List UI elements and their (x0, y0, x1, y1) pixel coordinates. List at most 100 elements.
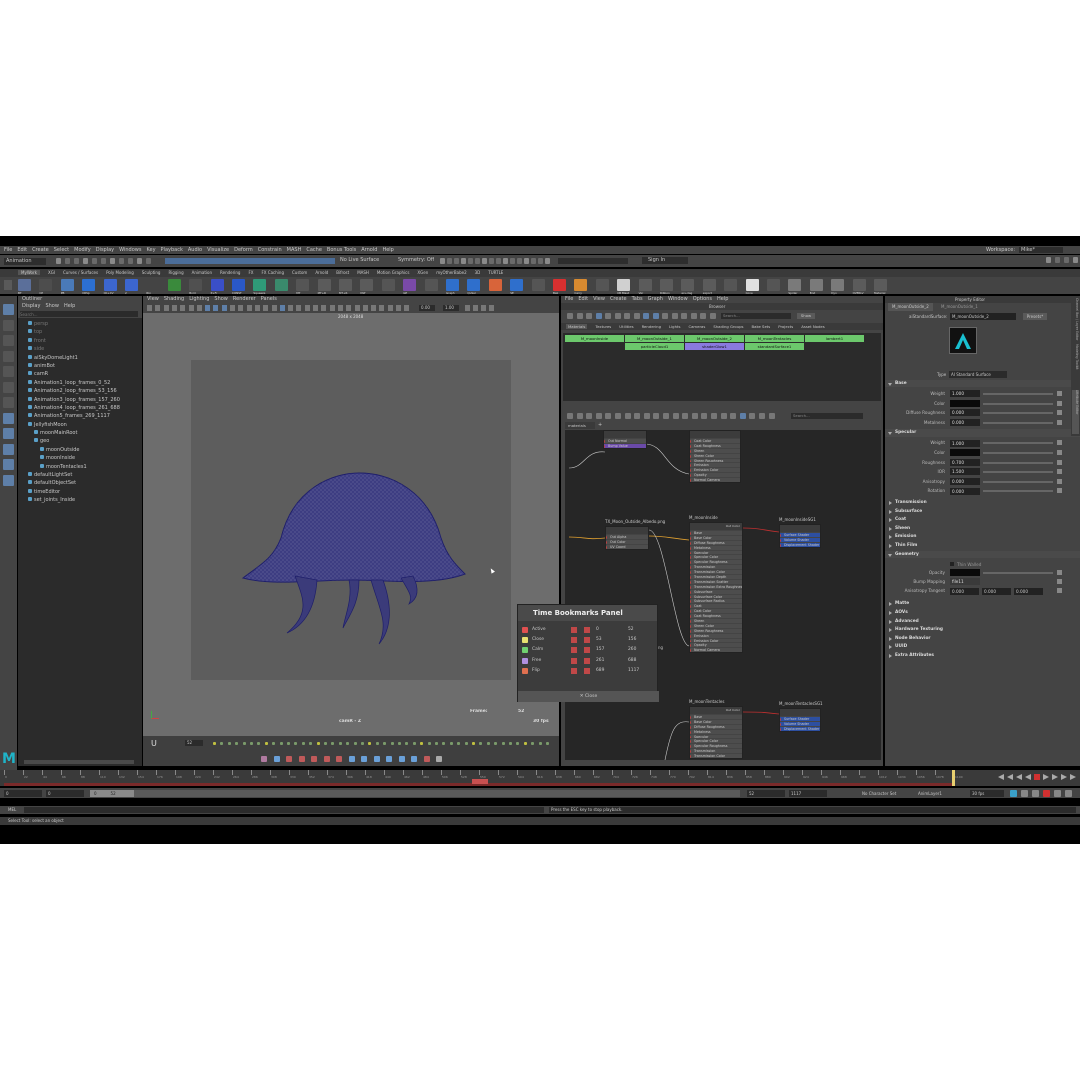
timeline[interactable]: 0 22 44 66 88 110 132 154 176 198 220 242 264 286 308 3… (0, 770, 1080, 786)
shelf-button[interactable]: Bvrd (189, 279, 203, 295)
node-editor-toolbar-icon[interactable] (663, 413, 669, 419)
browser-toolbar-icon[interactable] (624, 313, 630, 319)
color-swatch[interactable] (950, 449, 980, 457)
bookmarks-close-button[interactable]: ✕ Close (518, 691, 659, 702)
hypershade-menu-view[interactable]: View (593, 296, 605, 302)
lasso-tool-icon[interactable] (3, 319, 14, 331)
browser-tab-textures[interactable]: Textures (595, 324, 611, 329)
status-tool-icon[interactable] (146, 258, 151, 264)
bookmark-color-swatch[interactable] (522, 667, 528, 674)
add-tab-button[interactable]: + (598, 422, 602, 428)
bookmark-end[interactable]: 1117 (628, 666, 653, 676)
node-editor-search[interactable]: Search... (791, 413, 863, 419)
section-hw[interactable]: Hardware Texturing (885, 626, 1080, 633)
time-editor-icon[interactable] (235, 742, 239, 745)
layout-icon[interactable] (3, 474, 14, 486)
shelf-tab-bifrost[interactable]: Bifrost (336, 270, 349, 275)
bookmark-row[interactable]: Flip 689 1117 (518, 666, 658, 676)
shelf-button[interactable]: PB (60, 279, 74, 295)
time-editor-icon[interactable] (227, 742, 231, 745)
shelf-tab-custom[interactable]: Custom (292, 270, 307, 275)
viewport-menu-view[interactable]: View (147, 296, 159, 302)
shelf-button[interactable]: SE (510, 279, 524, 295)
attr-slider[interactable] (983, 442, 1053, 445)
status-tool-icon[interactable] (496, 258, 501, 264)
attr-value-field[interactable]: 1.000 (950, 439, 980, 447)
upper-shader-node[interactable]: Coat Color Coat Roughness Sheen Sheen Color… (689, 430, 741, 484)
node-editor-toolbar-icon[interactable] (624, 413, 631, 419)
time-editor-icon[interactable] (472, 742, 475, 745)
menu-visualize[interactable]: Visualize (207, 247, 229, 253)
time-editor-icon[interactable] (250, 742, 253, 745)
thin-walled-checkbox[interactable] (950, 562, 954, 567)
time-editor-tool-icon[interactable] (273, 756, 280, 762)
map-button-icon[interactable] (1057, 570, 1062, 576)
range-tool-icon[interactable] (1021, 790, 1028, 797)
time-editor-icon[interactable] (383, 742, 387, 745)
time-editor-tool-icon[interactable] (398, 756, 405, 762)
shelf-button[interactable]: Carry (574, 279, 588, 295)
viewport-toolbar-icon[interactable] (171, 305, 177, 311)
bookmark-name[interactable]: Flip (532, 666, 540, 676)
attr-value-field[interactable]: 0.000 (950, 418, 980, 426)
bump-map-field[interactable]: file11 (950, 577, 980, 585)
node-editor-toolbar-icon[interactable] (701, 413, 708, 419)
m-moon-tentacles-node[interactable]: Out Color Base Base Color Diffuse Roughness… (689, 706, 743, 760)
section-specular[interactable]: Specular (885, 429, 1080, 437)
bookmark-select-icon[interactable] (584, 667, 590, 674)
shelf-tab-fx[interactable]: FX (248, 270, 253, 275)
time-editor-icon[interactable] (420, 742, 424, 745)
browser-toolbar-icon[interactable] (567, 313, 573, 319)
shelf-button[interactable]: MT+R (317, 279, 331, 295)
status-tool-icon[interactable] (119, 258, 124, 264)
status-tool-icon[interactable] (524, 258, 529, 264)
section-coat[interactable]: Coat (885, 516, 1080, 523)
browser-toolbar-icon[interactable] (614, 313, 621, 319)
side-tab-channel-box-layer-editor[interactable]: Channel Box / Layer Editor (1072, 298, 1079, 342)
bookmark-name[interactable]: Active (532, 625, 546, 635)
time-editor-icon[interactable] (479, 742, 483, 745)
browser-toolbar-icon[interactable] (671, 313, 678, 319)
outliner-item[interactable]: camR (18, 370, 142, 378)
browser-tab-lights[interactable]: Lights (669, 324, 680, 329)
viewport-toolbar-icon[interactable] (354, 305, 360, 311)
status-tool-icon[interactable] (489, 258, 494, 264)
outliner-item[interactable]: Animation3_loop_frames_157_260 (18, 396, 142, 404)
time-editor-icon[interactable] (523, 742, 527, 745)
shelf-button[interactable]: MLT (360, 279, 374, 295)
bookmark-flag-icon[interactable] (571, 647, 577, 654)
hypershade-menu-graph[interactable]: Graph (648, 296, 663, 302)
gamma-field[interactable]: 1.00 (443, 305, 459, 311)
browser-toolbar-icon[interactable] (643, 313, 649, 319)
time-editor-icon[interactable] (279, 742, 283, 745)
shelf-button[interactable]: Bak (553, 279, 566, 295)
range-tool-icon[interactable] (1032, 790, 1039, 797)
time-editor-icon[interactable] (213, 742, 216, 745)
shelf-button[interactable]: BT (18, 279, 31, 295)
attr-value-field[interactable]: 0.000 (950, 409, 980, 417)
material-swatch[interactable]: shaderGlow1 (685, 343, 744, 350)
browser-tab-projects[interactable]: Projects (778, 324, 793, 329)
node-attribute[interactable]: UV Coord (606, 543, 648, 549)
section-aovs[interactable]: AOVs (885, 609, 1080, 616)
browser-tab-bake-sets[interactable]: Bake Sets (752, 324, 771, 329)
status-tool-icon[interactable] (1046, 257, 1051, 263)
browser-tab-materials[interactable]: Materials (566, 324, 588, 329)
shelf-button[interactable] (724, 279, 738, 291)
outliner-item[interactable]: timeEditor (18, 488, 142, 496)
viewport-toolbar-icon[interactable] (371, 305, 377, 311)
time-editor-icon[interactable] (538, 742, 542, 745)
bookmark-select-icon[interactable] (584, 637, 590, 644)
attr-slider[interactable] (983, 461, 1053, 464)
live-surface-label[interactable]: No Live Surface (340, 257, 379, 263)
time-editor-icon[interactable] (301, 742, 305, 745)
viewport-toolbar-icon[interactable] (346, 305, 352, 311)
time-editor-icon[interactable] (257, 742, 261, 745)
time-editor-icon[interactable] (442, 742, 446, 745)
range-tool-icon[interactable] (1065, 790, 1072, 797)
outliner-item[interactable]: Animation2_loop_frames_53_156 (18, 387, 142, 395)
anim-layer-menu[interactable]: AnimLayer1 (918, 790, 966, 797)
status-tool-icon[interactable] (447, 258, 452, 264)
shelf-tab-myotherbabe2[interactable]: myOtherBabe2 (436, 270, 466, 275)
material-swatch[interactable]: particleCloud1 (625, 343, 684, 350)
